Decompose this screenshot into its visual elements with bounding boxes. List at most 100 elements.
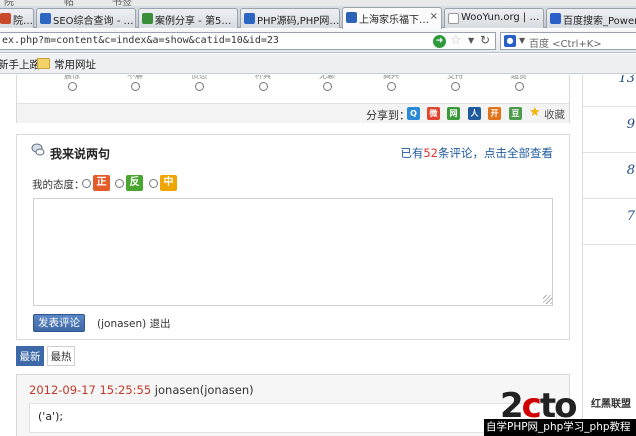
vote-option[interactable]: 杯具 — [243, 75, 283, 94]
browser-tab[interactable]: 案例分享 - 第5… — [138, 8, 238, 28]
weibo-icon[interactable]: 微 — [427, 107, 440, 120]
rank-item[interactable]: 8 — [583, 153, 636, 199]
browser-tab[interactable]: 百度搜索_Power… — [546, 8, 636, 28]
tab-title: 上海家乐福下… — [359, 15, 429, 26]
tab-newest[interactable]: 最新 — [16, 346, 44, 366]
share-bar: 分享到： Q 微 网 人 开 豆 ★ 收藏 — [17, 103, 569, 123]
attitude-radio-neutral[interactable] — [149, 179, 158, 188]
count-prefix: 已有 — [400, 146, 424, 160]
attitude-neutral-badge[interactable]: 中 — [160, 175, 177, 191]
favorite-link[interactable]: 收藏 — [544, 107, 565, 122]
vote-option[interactable]: 不解 — [115, 75, 155, 94]
chevron-down-icon[interactable]: ▼ — [468, 36, 474, 45]
vote-radio[interactable] — [514, 82, 524, 91]
favicon-icon — [40, 13, 51, 24]
vote-radio[interactable] — [258, 82, 268, 91]
tab-hottest[interactable]: 最热 — [47, 346, 75, 366]
comment-count: 52 — [423, 146, 438, 160]
vote-option[interactable]: 震惊 — [52, 75, 92, 94]
comment-form: 我来说两句 已有52条评论，点击全部查看 我的态度： 正 反 中 发表评论 (j… — [16, 134, 570, 340]
tab-title: 百度搜索_Power… — [563, 16, 636, 27]
count-suffix: 条评论，点击全部查看 — [438, 146, 553, 160]
netease-icon[interactable]: 网 — [447, 107, 460, 120]
comment-author: jonasen(jonasen) — [154, 383, 254, 397]
rank-number: 8 — [626, 163, 635, 178]
vote-option[interactable]: 高兴 — [371, 75, 411, 94]
vote-label: 杯具 — [255, 75, 271, 80]
vote-radio[interactable] — [67, 82, 77, 91]
vote-label: 愤怒 — [191, 75, 207, 80]
watermark-tagline: 红黑联盟 — [591, 399, 631, 410]
comment-meta: 2012-09-17 15:25:55 jonasen(jonasen) — [29, 383, 254, 397]
browser-tab[interactable]: WooYun.org | … — [444, 8, 544, 28]
mood-vote-box: 震惊 不解 愤怒 杯具 无聊 高兴 支持 超赞 分享到： Q 微 网 人 开 豆… — [16, 75, 570, 123]
site-watermark: 2cto 红黑联盟 自学PHP网_php学习_php教程 — [484, 389, 636, 436]
bookmark-newbie[interactable]: 新手上路 — [0, 57, 40, 72]
attitude-label: 我的态度： — [32, 179, 85, 191]
kaixin-icon[interactable]: 开 — [488, 107, 501, 120]
vote-option[interactable]: 超赞 — [499, 75, 539, 94]
rank-number: 13 — [618, 75, 635, 86]
vote-radio[interactable] — [322, 82, 332, 91]
browser-tab-active[interactable]: 上海家乐福下… × — [342, 7, 442, 29]
douban-icon[interactable]: 豆 — [509, 107, 522, 120]
vote-label: 超赞 — [511, 75, 527, 80]
attitude-pro-badge[interactable]: 正 — [93, 175, 110, 191]
go-arrow-icon[interactable]: ➜ — [433, 35, 446, 48]
comment-textarea[interactable] — [33, 198, 553, 306]
tab-bar: 院… SEO综合查询 - … 案例分享 - 第5… PHP源码,PHP网… 上海… — [0, 6, 636, 29]
browser-tab[interactable]: 院… — [0, 8, 34, 28]
bookmarks-toolbar: 新手上路 常用网址 — [0, 54, 636, 74]
rank-item[interactable]: 7 — [583, 199, 636, 245]
right-sidebar: 13 9 8 7 — [582, 75, 636, 436]
resize-handle-icon[interactable] — [543, 295, 552, 304]
renren-icon[interactable]: 人 — [468, 107, 481, 120]
favicon-icon — [244, 13, 255, 24]
favorite-star-icon[interactable]: ★ — [529, 105, 541, 120]
vote-radio[interactable] — [450, 82, 460, 91]
chevron-down-icon[interactable]: ▼ — [519, 36, 525, 45]
browser-tab[interactable]: SEO综合查询 - … — [36, 8, 136, 28]
rank-item[interactable]: 13 — [583, 75, 636, 107]
vote-radio[interactable] — [386, 82, 396, 91]
favicon-icon — [550, 13, 561, 24]
watermark-logo: 2cto — [500, 389, 577, 423]
bookmark-star-icon[interactable]: ☆ — [450, 33, 462, 48]
rank-number: 7 — [626, 209, 635, 224]
address-text[interactable]: ex.php?m=content&c=index&a=show&catid=10… — [2, 35, 279, 46]
current-user: (jonasen) 退出 — [97, 316, 171, 331]
search-box[interactable]: ● ▼ 百度 <Ctrl+K> — [500, 32, 636, 50]
vote-option[interactable]: 愤怒 — [179, 75, 219, 94]
view-all-comments-link[interactable]: 已有52条评论，点击全部查看 — [400, 145, 553, 161]
attitude-radio-pro[interactable] — [82, 179, 91, 188]
reload-icon[interactable]: ↻ — [480, 33, 490, 47]
qzone-icon[interactable]: Q — [407, 107, 420, 120]
browser-tab[interactable]: PHP源码,PHP网… — [240, 8, 340, 28]
favicon-icon — [0, 13, 11, 24]
attitude-con-badge[interactable]: 反 — [126, 175, 143, 191]
vote-radio[interactable] — [130, 82, 140, 91]
vote-label: 支持 — [447, 75, 463, 80]
tab-title: PHP源码,PHP网… — [257, 16, 340, 27]
baidu-paw-icon[interactable]: ● — [504, 35, 516, 47]
search-placeholder[interactable]: 百度 <Ctrl+K> — [529, 35, 602, 50]
watermark-bar: 自学PHP网_php学习_php教程 — [484, 419, 636, 436]
vote-option[interactable]: 支持 — [435, 75, 475, 94]
speech-bubble-icon — [31, 143, 45, 156]
attitude-radio-con[interactable] — [115, 179, 124, 188]
favicon-icon — [142, 13, 153, 24]
tab-title: 案例分享 - 第5… — [155, 16, 232, 27]
logout-link[interactable]: 退出 — [150, 318, 171, 330]
vote-radio[interactable] — [194, 82, 204, 91]
page-viewport: 震惊 不解 愤怒 杯具 无聊 高兴 支持 超赞 分享到： Q 微 网 人 开 豆… — [0, 75, 636, 436]
tab-title: WooYun.org | … — [461, 12, 540, 23]
bookmark-common-sites[interactable]: 常用网址 — [54, 57, 96, 72]
favicon-icon — [448, 13, 459, 24]
submit-comment-button[interactable]: 发表评论 — [33, 314, 85, 332]
tab-title: SEO综合查询 - … — [53, 16, 134, 27]
vote-option[interactable]: 无聊 — [307, 75, 347, 94]
close-tab-icon[interactable]: × — [430, 11, 438, 22]
vote-label: 高兴 — [383, 75, 399, 80]
rank-item[interactable]: 9 — [583, 107, 636, 153]
address-bar[interactable]: ex.php?m=content&c=index&a=show&catid=10… — [0, 32, 496, 50]
